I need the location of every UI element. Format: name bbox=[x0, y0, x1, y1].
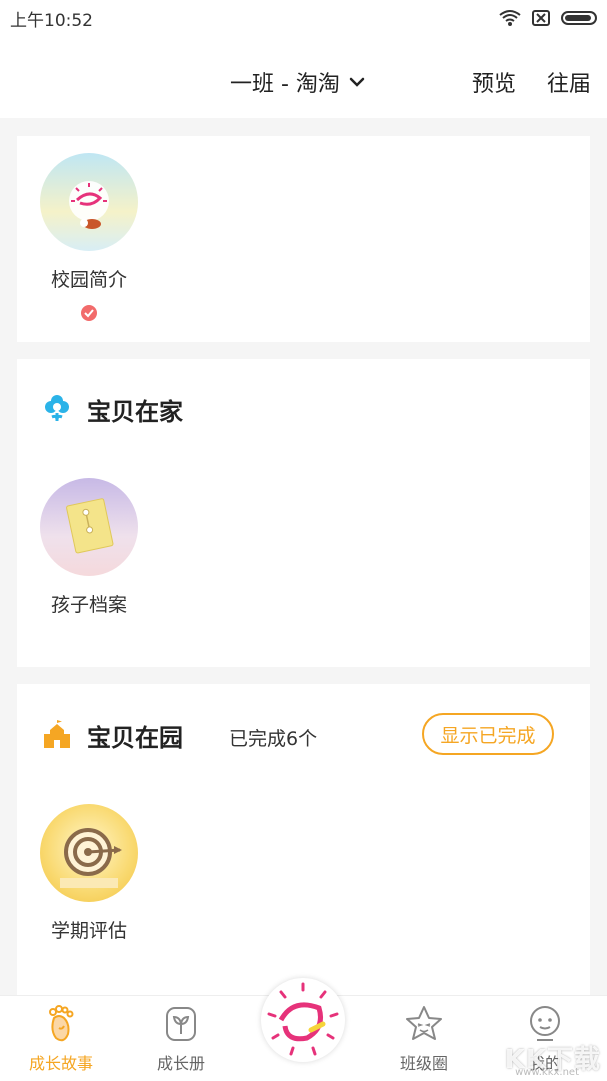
archive-avatar bbox=[40, 478, 138, 576]
class-selector[interactable]: 一班 - 淘淘 bbox=[230, 66, 366, 98]
center-create-button[interactable] bbox=[261, 978, 345, 1062]
footprint-icon bbox=[49, 1005, 74, 1042]
sprout-icon bbox=[166, 1007, 196, 1041]
archive-icon bbox=[66, 498, 114, 554]
preview-link[interactable]: 预览 bbox=[472, 66, 516, 98]
status-icons bbox=[499, 9, 597, 27]
tab-class-circle-label: 班级圈 bbox=[399, 1054, 448, 1073]
school-section-card: 宝贝在园 已完成6个 显示已完成 学期评估 bbox=[17, 684, 590, 995]
sun-logo-icon bbox=[267, 982, 339, 1056]
sun-logo-icon bbox=[69, 181, 109, 229]
wifi-icon bbox=[499, 10, 521, 26]
child-archive-item[interactable]: 孩子档案 bbox=[39, 478, 139, 617]
semester-assessment-item[interactable]: 学期评估 bbox=[39, 804, 139, 943]
top-header: 一班 - 淘淘 预览 往届 bbox=[0, 36, 607, 118]
tab-growth-book[interactable]: 成长册 bbox=[136, 1004, 226, 1074]
past-years-link[interactable]: 往届 bbox=[547, 66, 591, 98]
tab-growth-story[interactable]: 成长故事 bbox=[16, 1004, 106, 1074]
battery-icon bbox=[561, 11, 597, 25]
campus-intro-item[interactable]: 校园简介 bbox=[39, 153, 139, 326]
tab-class-circle[interactable]: 班级圈 bbox=[379, 1004, 469, 1074]
assessment-avatar bbox=[40, 804, 138, 902]
campus-logo bbox=[40, 153, 138, 251]
status-bar: 上午10:52 bbox=[0, 0, 607, 36]
person-icon bbox=[530, 1006, 560, 1041]
watermark-url: www.kkx.net bbox=[515, 1067, 579, 1078]
done-count: 已完成6个 bbox=[229, 728, 318, 750]
chevron-down-icon bbox=[349, 77, 365, 87]
check-badge-icon bbox=[81, 305, 97, 321]
school-section-title: 宝贝在园 bbox=[87, 724, 183, 752]
star-face-icon bbox=[406, 1006, 442, 1040]
show-completed-button[interactable]: 显示已完成 bbox=[422, 713, 554, 755]
home-section-title: 宝贝在家 bbox=[87, 398, 183, 426]
castle-icon bbox=[44, 720, 70, 748]
class-selector-label: 一班 - 淘淘 bbox=[230, 72, 340, 97]
campus-intro-label: 校园简介 bbox=[50, 269, 127, 291]
no-sim-icon bbox=[532, 10, 550, 26]
tab-growth-story-label: 成长故事 bbox=[28, 1054, 93, 1073]
campus-card: 校园简介 bbox=[17, 136, 590, 342]
tab-growth-book-label: 成长册 bbox=[156, 1054, 205, 1073]
child-archive-label: 孩子档案 bbox=[50, 594, 127, 616]
status-time: 上午10:52 bbox=[10, 10, 93, 31]
home-section-card: 宝贝在家 孩子档案 bbox=[17, 359, 590, 667]
semester-assessment-label: 学期评估 bbox=[50, 920, 127, 942]
target-icon bbox=[60, 828, 122, 888]
flower-icon bbox=[45, 395, 69, 421]
